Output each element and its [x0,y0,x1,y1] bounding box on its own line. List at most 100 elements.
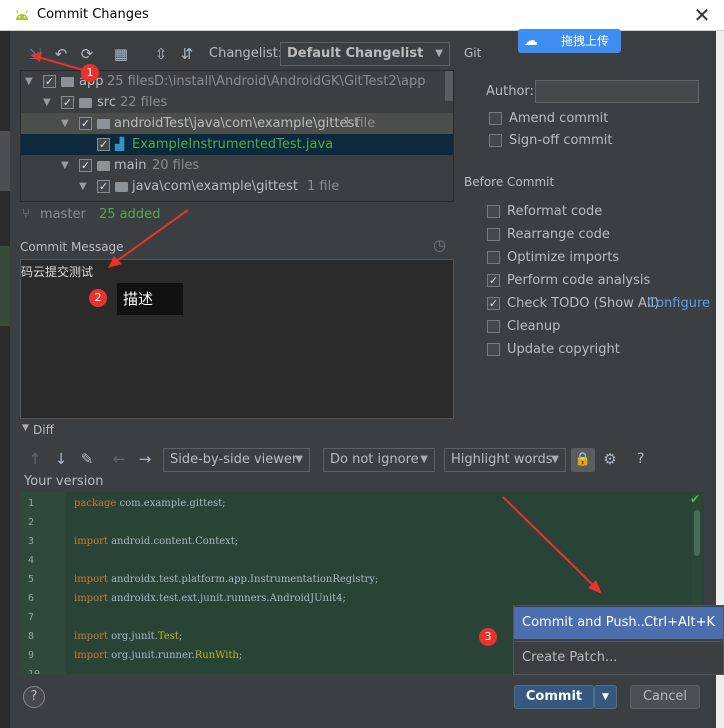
ignore-select[interactable]: Do not ignore ▼ [323,448,435,472]
code-line: import androidx.test.platform.app.Instru… [74,574,379,585]
commit-and-push-item[interactable]: Commit and Push... Ctrl+Alt+K [514,607,723,639]
rearrange-code-checkbox[interactable] [487,228,500,241]
highlight-select[interactable]: Highlight words ▼ [444,448,566,472]
commit-message-input[interactable]: 码云提交测试 [20,259,454,419]
line-number: 5 [28,574,35,585]
background-left-strip [0,31,10,728]
tree-row-label: ExampleInstrumentedTest.java [132,137,334,152]
update-copyright-label: Update copyright [507,342,620,357]
line-number: 9 [28,650,35,661]
commit-options-popup: Commit and Push... Ctrl+Alt+K Create Pat… [513,605,724,675]
author-field[interactable] [535,80,699,103]
java-file-icon: ▟ [115,137,125,151]
amend-commit-label: Amend commit [509,111,609,126]
line-number: 10 [28,669,58,674]
changes-tree: ▼ ✓ app 25 files D:\install\Android\Andr… [20,70,454,202]
code-analysis-label: Perform code analysis [507,273,651,288]
sign-off-label: Sign-off commit [509,133,613,148]
window-titlebar: Commit Changes ✕ [0,0,724,31]
tree-row-label: src [97,95,116,110]
tree-row-androidtest[interactable]: ▼ ✓ androidTest\java\com\example\gittest… [21,113,453,134]
viewer-select[interactable]: Side-by-side viewer ▼ [163,448,310,472]
annotation-marker-1: 1 [81,64,99,82]
tree-row-count: 22 files [120,95,168,110]
folder-icon [115,182,128,192]
gear-icon[interactable]: ⚙ [601,450,619,468]
tree-row-label: androidTest\java\com\example\gittest [114,116,360,131]
close-icon[interactable]: ✕ [690,3,714,27]
diff-help-icon[interactable]: ? [637,451,644,467]
optimize-imports-checkbox[interactable] [487,251,500,264]
editor-scroll-thumb[interactable] [694,510,700,556]
collapse-all-icon[interactable]: ⇵ [178,45,196,63]
refresh-icon[interactable]: ⟳ [78,45,96,63]
arrow-right-icon[interactable]: → [136,450,154,468]
changelist-select[interactable]: Default Changelist ▼ [280,42,450,66]
configure-link[interactable]: Configure [647,296,710,311]
expand-all-icon[interactable]: ⇳ [152,45,170,63]
before-commit-title: Before Commit [464,175,555,189]
help-button[interactable]: ? [23,686,45,708]
amend-commit-checkbox[interactable] [489,112,502,125]
tree-checkbox[interactable]: ✓ [97,138,110,151]
branch-icon: ⑂ [22,207,30,222]
history-icon[interactable]: ◷ [433,236,446,254]
check-todo-label: Check TODO (Show All) [507,296,660,311]
commit-button[interactable]: Commit [514,685,594,709]
cancel-button[interactable]: Cancel [630,685,700,709]
upload-label: 拖拽上传 [561,34,610,48]
line-number: 1 [28,498,35,509]
upload-button[interactable]: ☁ 拖拽上传 [518,29,621,53]
lock-icon[interactable]: 🔒 [571,448,595,472]
tree-row-label: java\com\example\gittest [132,179,299,194]
chevron-down-icon: ▼ [295,454,303,465]
tree-checkbox[interactable]: ✓ [79,159,92,172]
edit-icon[interactable]: ✎ [78,450,96,468]
undo-icon[interactable]: ↶ [52,45,70,63]
commit-dropdown-button[interactable]: ▼ [594,685,617,709]
window-title: Commit Changes [37,7,149,22]
tree-row-src[interactable]: ▼ ✓ src 22 files [21,92,453,113]
check-todo-checkbox[interactable]: ✓ [487,297,500,310]
update-copyright-checkbox[interactable] [487,343,500,356]
line-number: 8 [28,631,35,642]
tree-row-java[interactable]: ▼ ✓ java\com\example\gittest 1 file [21,176,453,197]
reformat-code-checkbox[interactable] [487,205,500,218]
tree-row-file[interactable]: ✓ ▟ ExampleInstrumentedTest.java [21,134,453,155]
code-line: import androidx.test.ext.junit.runners.A… [74,593,346,604]
tree-scrollbar[interactable] [445,71,453,101]
cleanup-checkbox[interactable] [487,320,500,333]
ignore-value: Do not ignore [330,452,419,467]
tree-row-path: D:\install\Android\AndroidGK\GitTest2\ap… [154,74,426,89]
expand-triangle-icon[interactable]: ▼ [43,92,51,113]
group-icon[interactable]: ▦ [112,45,130,63]
pull-icon[interactable]: ⇲ [26,45,44,63]
diff-collapse-icon[interactable]: ▼ [22,423,29,433]
arrow-left-icon[interactable]: ← [110,450,128,468]
viewer-value: Side-by-side viewer [170,452,298,467]
changelist-value: Default Changelist [287,46,424,61]
optimize-imports-label: Optimize imports [507,250,620,265]
arrow-up-icon[interactable]: ↑ [26,450,44,468]
expand-triangle-icon[interactable]: ▼ [25,71,33,92]
expand-triangle-icon[interactable]: ▼ [61,113,69,134]
commit-and-push-shortcut: Ctrl+Alt+K [643,615,715,630]
chevron-down-icon: ▼ [435,48,443,59]
tree-checkbox[interactable]: ✓ [43,75,56,88]
tree-checkbox[interactable]: ✓ [79,117,92,130]
tree-checkbox[interactable]: ✓ [61,96,74,109]
cleanup-label: Cleanup [507,319,561,334]
line-number: 6 [28,593,35,604]
code-analysis-checkbox[interactable]: ✓ [487,274,500,287]
create-patch-item[interactable]: Create Patch... [514,642,723,674]
expand-triangle-icon[interactable]: ▼ [61,155,69,176]
folder-icon [97,119,110,129]
sign-off-checkbox[interactable] [489,134,502,147]
expand-triangle-icon[interactable]: ▼ [79,176,87,197]
tree-row-main[interactable]: ▼ ✓ main 20 files [21,155,453,176]
arrow-down-icon[interactable]: ↓ [52,450,70,468]
tree-checkbox[interactable]: ✓ [97,180,110,193]
code-line: import org.junit.Test; [74,631,183,642]
annotation-note: 描述 [117,283,183,315]
changelist-label: Changelist: [209,46,283,61]
